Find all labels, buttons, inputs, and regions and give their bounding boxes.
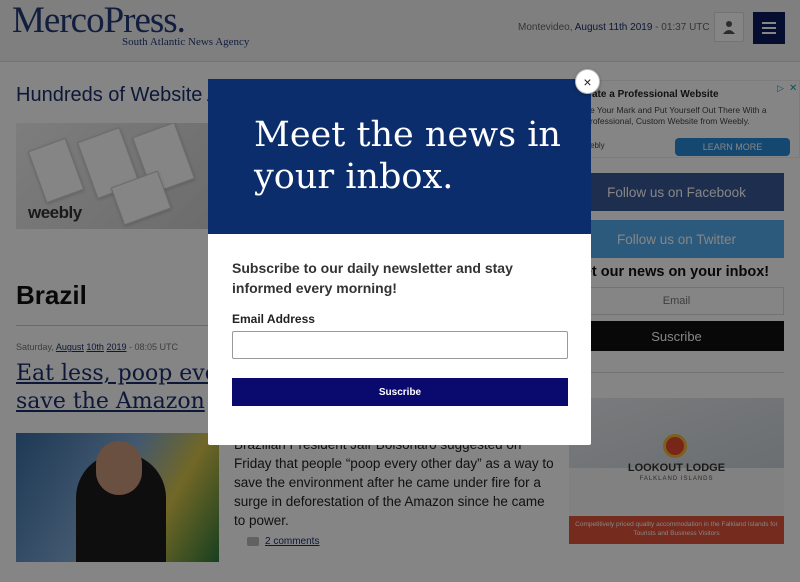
modal-email-label: Email Address: [232, 312, 315, 326]
modal-hero-title: Meet the news in your inbox.: [254, 114, 561, 197]
modal-email-input[interactable]: [232, 331, 568, 359]
newsletter-modal: Meet the news in your inbox. Subscribe t…: [208, 79, 591, 445]
page: MercoPress. South Atlantic News Agency M…: [0, 0, 800, 582]
modal-close-button[interactable]: ×: [575, 69, 600, 94]
modal-hero: Meet the news in your inbox.: [208, 79, 591, 234]
modal-description: Subscribe to our daily newsletter and st…: [232, 260, 513, 296]
modal-subscribe-button[interactable]: Suscribe: [232, 378, 568, 406]
close-icon: ×: [583, 73, 592, 90]
